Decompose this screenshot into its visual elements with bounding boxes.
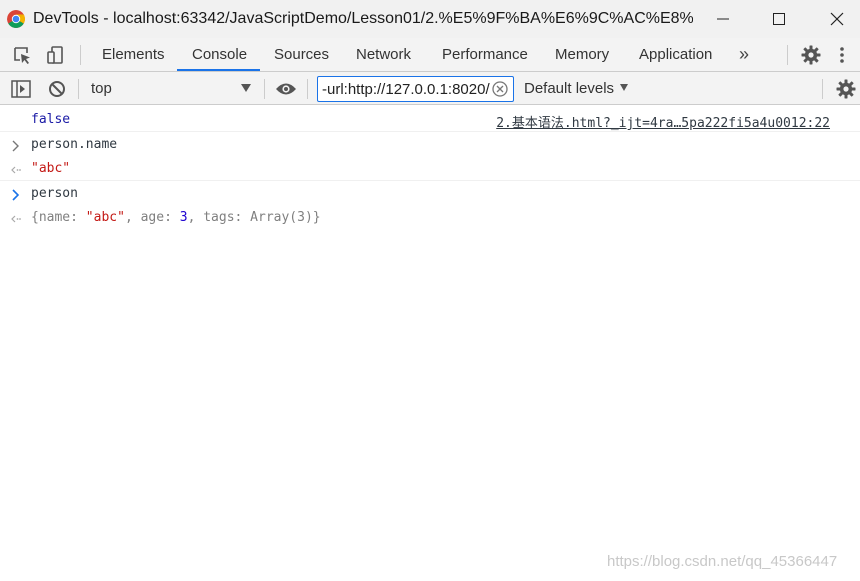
minimize-button[interactable] (700, 0, 746, 38)
filter-input[interactable] (317, 76, 514, 102)
devtools-tab-bar: Elements Console Sources Network Perform… (0, 38, 860, 72)
toolbar-divider (264, 79, 265, 99)
tab-console[interactable]: Console (192, 38, 247, 71)
console-message-result[interactable]: {name: "abc", age: 3, tags: Array(3)} (0, 210, 860, 230)
toolbar-divider (787, 45, 788, 65)
inspect-element-button[interactable] (10, 43, 34, 67)
preview-key: tags: Array(3) (203, 210, 313, 225)
eye-icon (276, 83, 296, 95)
prompt-chevron-icon (12, 189, 20, 201)
tab-application[interactable]: Application (639, 38, 712, 71)
message-divider (0, 131, 860, 132)
tab-network[interactable]: Network (356, 38, 411, 71)
preview-separator: , (124, 210, 141, 225)
console-message-input: person.name (0, 137, 860, 157)
log-value-false: false (31, 112, 71, 127)
more-tabs-button[interactable]: » (739, 38, 749, 71)
watermark: https://blog.csdn.net/qq_45366447 (607, 553, 838, 570)
preview-key: age: (140, 210, 180, 225)
minimize-icon (717, 18, 729, 20)
clear-circle-icon (492, 81, 508, 97)
preview-brace: } (312, 210, 321, 225)
tab-sources[interactable]: Sources (274, 38, 329, 71)
dropdown-arrow-icon (241, 84, 251, 92)
message-divider (0, 180, 860, 181)
kebab-menu-icon (840, 47, 844, 63)
close-button[interactable] (814, 0, 860, 38)
result-arrow-icon (11, 215, 21, 223)
window-title-bar: DevTools - localhost:63342/JavaScriptDem… (0, 0, 860, 38)
result-string: "abc" (31, 161, 71, 176)
object-preview[interactable]: {name: "abc", age: 3, tags: Array(3)} (31, 210, 321, 225)
preview-brace: { (31, 210, 39, 225)
maximize-icon (773, 13, 785, 25)
prompt-expression: person (31, 186, 78, 201)
settings-button[interactable] (799, 43, 823, 67)
window-title: DevTools - localhost:63342/JavaScriptDem… (33, 10, 693, 27)
active-tab-indicator (177, 69, 260, 71)
toolbar-divider (822, 79, 823, 99)
gear-icon (801, 45, 821, 65)
preview-number-value: 3 (179, 210, 188, 225)
clear-console-button[interactable] (45, 77, 69, 101)
toggle-sidebar-button[interactable] (9, 77, 33, 101)
tab-elements[interactable]: Elements (102, 38, 165, 71)
toolbar-divider (80, 45, 81, 65)
toolbar-divider (307, 79, 308, 99)
preview-separator: , (187, 210, 204, 225)
log-levels-dropdown[interactable]: Default levels (524, 80, 629, 97)
live-expression-button[interactable] (274, 77, 298, 101)
block-icon (49, 81, 65, 97)
console-settings-button[interactable] (834, 77, 858, 101)
chrome-logo-icon (7, 10, 25, 28)
result-arrow-icon (11, 166, 21, 174)
console-toolbar: top Default levels (0, 72, 860, 105)
sidebar-toggle-icon (11, 80, 31, 98)
console-prompt[interactable]: person (0, 186, 860, 206)
input-chevron-icon (12, 140, 19, 152)
tab-memory[interactable]: Memory (555, 38, 609, 71)
tab-performance[interactable]: Performance (442, 38, 528, 71)
gear-icon (836, 79, 856, 99)
dropdown-arrow-icon (620, 84, 629, 91)
input-expression: person.name (31, 137, 118, 152)
toolbar-divider (78, 79, 79, 99)
maximize-button[interactable] (756, 0, 802, 38)
close-icon (830, 12, 844, 26)
console-message-log: false 2.基本语法.html?_ijt=4ra…5pa222fi5a4u0… (0, 112, 860, 132)
log-levels-label: Default levels (524, 80, 615, 97)
preview-string-value: "abc" (85, 210, 125, 225)
inspect-cursor-icon (14, 47, 30, 64)
clear-filter-button[interactable] (492, 81, 508, 97)
context-value: top (91, 80, 112, 97)
console-output[interactable]: false 2.基本语法.html?_ijt=4ra…5pa222fi5a4u0… (0, 106, 860, 581)
console-message-result: "abc" (0, 161, 860, 181)
context-selector[interactable]: top (85, 76, 260, 101)
more-options-button[interactable] (830, 43, 854, 67)
device-toolbar-button[interactable] (43, 43, 67, 67)
source-link[interactable]: 2.基本语法.html?_ijt=4ra…5pa222fi5a4u0012:22 (496, 112, 830, 131)
preview-key: name: (38, 210, 86, 225)
device-toggle-icon (47, 46, 63, 64)
